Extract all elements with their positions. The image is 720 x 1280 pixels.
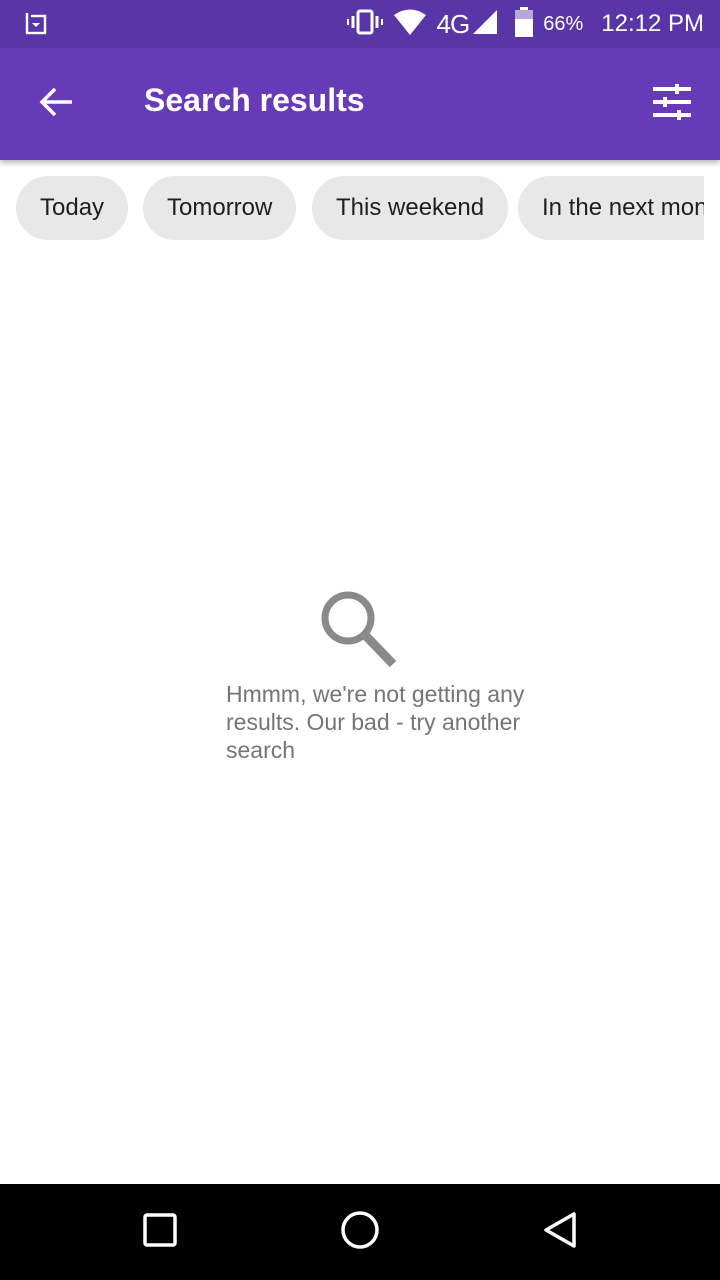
date-filter-chips: Today Tomorrow This weekend In the next … <box>0 176 704 240</box>
vibrate-icon <box>346 8 383 41</box>
battery-icon <box>515 6 534 42</box>
clock: 12:12 PM <box>601 10 704 37</box>
page-title: Search results <box>144 82 365 118</box>
back-icon <box>542 1211 578 1254</box>
battery-percent: 66% <box>543 12 584 35</box>
chip-next-month[interactable]: In the next month <box>518 176 704 240</box>
signal-icon <box>471 8 499 41</box>
home-button[interactable] <box>328 1204 392 1260</box>
status-icons: 4G 66% 12:12 PM <box>337 0 704 48</box>
status-bar: 4G 66% 12:12 PM <box>0 0 720 48</box>
filter-button[interactable] <box>640 76 704 132</box>
screenshot-icon <box>24 12 48 36</box>
search-icon <box>318 588 400 670</box>
empty-message: Hmmm, we're not getting any results. Our… <box>226 681 525 763</box>
navigation-bar <box>0 1184 720 1280</box>
app-bar: Search results <box>0 48 720 160</box>
system-back-button[interactable] <box>528 1204 592 1260</box>
tune-icon <box>653 83 691 125</box>
network-type: 4G <box>436 8 471 39</box>
chip-today[interactable]: Today <box>16 176 129 240</box>
recents-icon <box>143 1212 177 1252</box>
back-button[interactable] <box>24 80 88 128</box>
chip-tomorrow[interactable]: Tomorrow <box>143 176 297 240</box>
arrow-left-icon <box>38 84 74 125</box>
wifi-icon <box>393 8 427 41</box>
recents-button[interactable] <box>128 1204 192 1260</box>
home-icon <box>340 1210 380 1255</box>
chip-this-weekend[interactable]: This weekend <box>312 176 509 240</box>
